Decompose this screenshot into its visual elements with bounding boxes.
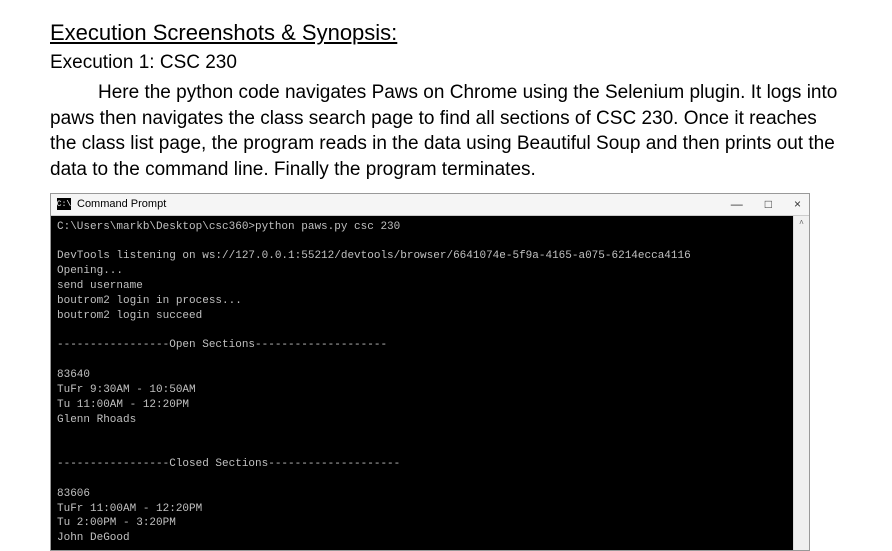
window-controls: — □ × <box>727 196 805 212</box>
execution-subheading: Execution 1: CSC 230 <box>50 52 842 74</box>
minimize-button[interactable]: — <box>727 196 747 212</box>
maximize-button[interactable]: □ <box>761 196 776 212</box>
window-title: Command Prompt <box>77 198 166 210</box>
terminal-output: C:\Users\markb\Desktop\csc360>python paw… <box>51 216 793 551</box>
section-heading: Execution Screenshots & Synopsis: <box>50 20 842 46</box>
vertical-scrollbar[interactable]: ˄ <box>793 216 809 551</box>
close-button[interactable]: × <box>790 196 805 212</box>
window-titlebar[interactable]: C:\ Command Prompt — □ × <box>51 194 809 216</box>
description-paragraph: Here the python code navigates Paws on C… <box>50 80 842 183</box>
scroll-up-icon[interactable]: ˄ <box>794 216 809 230</box>
cmd-icon: C:\ <box>57 198 71 210</box>
command-prompt-window: C:\ Command Prompt — □ × C:\Users\markb\… <box>50 193 810 551</box>
